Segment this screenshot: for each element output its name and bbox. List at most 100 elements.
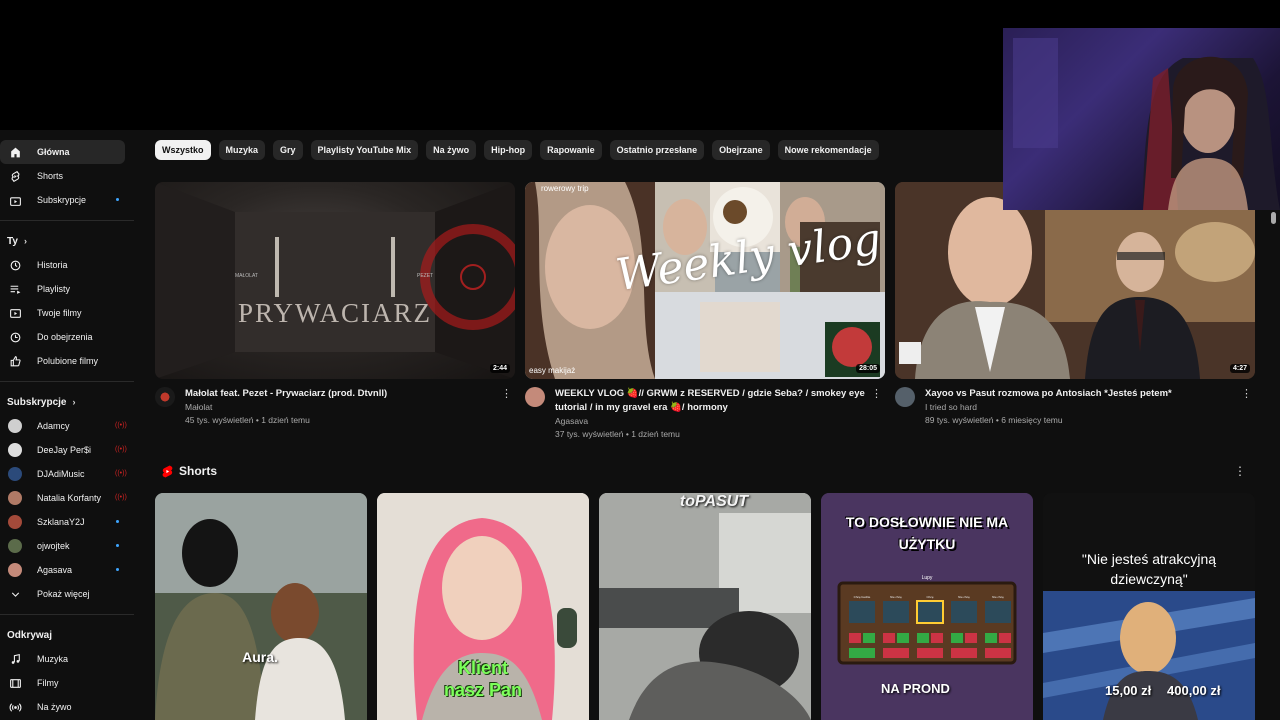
sidebar-show-more[interactable]: Pokaż więcej bbox=[0, 582, 125, 606]
sidebar-item-your-videos[interactable]: Twoje filmy bbox=[0, 301, 125, 325]
video-card[interactable]: 4:27 Xayoo vs Pasut rozmowa po Antosiach… bbox=[895, 182, 1255, 427]
video-title[interactable]: Małolat feat. Pezet - Prywaciarz (prod. … bbox=[185, 387, 495, 401]
more-vert-icon[interactable]: ⋮ bbox=[501, 387, 512, 400]
chip-watched[interactable]: Obejrzane bbox=[712, 140, 770, 160]
sidebar-item-label: DJAdiMusic bbox=[37, 469, 85, 479]
channel-name[interactable]: Małolat bbox=[185, 401, 495, 414]
sidebar-item-home[interactable]: Główna bbox=[0, 140, 125, 164]
chip-live[interactable]: Na żywo bbox=[426, 140, 477, 160]
more-vert-icon[interactable]: ⋮ bbox=[1234, 464, 1246, 478]
price-label: 400,00 zł bbox=[1167, 683, 1221, 698]
sidebar-item-label: Natalia Korfanty bbox=[37, 493, 102, 503]
channel-avatar[interactable] bbox=[525, 387, 545, 407]
duration-badge: 28:05 bbox=[856, 364, 880, 373]
short-card[interactable]: TO DOSŁOWNIE NIE MA UŻYTKU Lupy Chcę bad… bbox=[821, 493, 1033, 720]
short-caption: Aura. bbox=[242, 649, 278, 665]
section-heading: Ty bbox=[7, 235, 18, 247]
more-vert-icon[interactable]: ⋮ bbox=[1241, 387, 1252, 400]
sidebar-item-watch-later[interactable]: Do obejrzenia bbox=[0, 325, 125, 349]
chevron-right-icon: › bbox=[72, 397, 76, 407]
chip-rap[interactable]: Rapowanie bbox=[540, 140, 602, 160]
caption-line: UŻYTKU bbox=[898, 536, 956, 552]
sidebar-item-label: DeeJay Per$i bbox=[37, 445, 92, 455]
sidebar-item-label: SzklanaY2J bbox=[37, 517, 85, 527]
sidebar-item-shorts[interactable]: Shorts bbox=[0, 164, 125, 188]
video-title[interactable]: WEEKLY VLOG 🍓// GRWM z RESERVED / gdzie … bbox=[555, 387, 865, 415]
sidebar-item-live[interactable]: Na żywo bbox=[0, 695, 125, 719]
sidebar-item-films[interactable]: Filmy bbox=[0, 671, 125, 695]
game-cell-label: Nie chcę bbox=[992, 595, 1004, 599]
video-thumbnail[interactable]: 4:27 bbox=[895, 182, 1255, 379]
more-vert-icon[interactable]: ⋮ bbox=[871, 387, 882, 400]
channel-name[interactable]: I tried so hard bbox=[925, 401, 1235, 414]
music-icon bbox=[8, 652, 22, 666]
channel-name[interactable]: Agasava bbox=[555, 415, 865, 428]
short-card[interactable]: Klient nasz Pan bbox=[377, 493, 589, 720]
video-info: Xayoo vs Pasut rozmowa po Antosiach *Jes… bbox=[895, 387, 1255, 427]
chip-games[interactable]: Gry bbox=[273, 140, 303, 160]
game-label: Lupy bbox=[921, 575, 933, 581]
chip-youtube-mix[interactable]: Playlisty YouTube Mix bbox=[310, 140, 419, 160]
sidebar-subscription[interactable]: ojwojtek bbox=[0, 534, 125, 558]
short-thumbnail bbox=[155, 493, 367, 720]
sidebar-item-playlists[interactable]: Playlisty bbox=[0, 277, 125, 301]
video-meta: 45 tys. wyświetleń • 1 dzień temu bbox=[185, 415, 310, 425]
price-label: 15,00 zł bbox=[1105, 683, 1152, 698]
channel-avatar[interactable] bbox=[895, 387, 915, 407]
duration-badge: 2:44 bbox=[489, 364, 510, 373]
video-card[interactable]: PRYWACIARZ MAŁOLAT PEZET 2:44 Małolat fe… bbox=[155, 182, 515, 427]
sidebar-item-label: Twoje filmy bbox=[37, 308, 82, 318]
sidebar-subscription[interactable]: Natalia Korfanty ((•)) bbox=[0, 486, 127, 510]
section-heading: Subskrypcje bbox=[7, 396, 67, 408]
chevron-down-icon bbox=[8, 587, 22, 601]
short-card[interactable]: toPASUT bbox=[599, 493, 811, 720]
sidebar-item-liked[interactable]: Polubione filmy bbox=[0, 349, 125, 373]
video-thumbnail[interactable]: PRYWACIARZ MAŁOLAT PEZET 2:44 bbox=[155, 182, 515, 379]
avatar bbox=[8, 563, 22, 577]
chip-recently-uploaded[interactable]: Ostatnio przesłane bbox=[609, 140, 705, 160]
sidebar-item-label: Polubione filmy bbox=[37, 356, 99, 366]
sidebar-divider bbox=[0, 220, 134, 221]
sidebar-subscription[interactable]: Agasava bbox=[0, 558, 125, 582]
sidebar-you-heading[interactable]: Ty › bbox=[0, 229, 140, 253]
short-card[interactable]: "Nie jesteś atrakcyjną dziewczyną" 15,00… bbox=[1043, 493, 1255, 720]
chip-all[interactable]: Wszystko bbox=[155, 140, 211, 160]
caption-line: dziewczyną" bbox=[1110, 571, 1188, 587]
interview-scene bbox=[895, 182, 1255, 379]
sidebar-item-subscriptions[interactable]: Subskrypcje bbox=[0, 188, 125, 212]
video-title[interactable]: Xayoo vs Pasut rozmowa po Antosiach *Jes… bbox=[925, 387, 1235, 401]
corridor-illustration bbox=[155, 182, 515, 379]
chip-new-to-you[interactable]: Nowe rekomendacje bbox=[777, 140, 879, 160]
short-caption: toPASUT bbox=[679, 493, 749, 510]
webcam-overlay bbox=[1003, 28, 1280, 210]
avatar bbox=[8, 539, 22, 553]
sidebar-item-music[interactable]: Muzyka bbox=[0, 647, 125, 671]
short-card[interactable]: Aura. bbox=[155, 493, 367, 720]
video-info: WEEKLY VLOG 🍓// GRWM z RESERVED / gdzie … bbox=[525, 387, 885, 441]
sidebar-item-label: Agasava bbox=[37, 565, 73, 575]
sidebar-subscription[interactable]: SzklanaY2J bbox=[0, 510, 125, 534]
sidebar-subscription[interactable]: DeeJay Per$i ((•)) bbox=[0, 438, 127, 462]
your-videos-icon bbox=[8, 306, 22, 320]
webcam-feed bbox=[1013, 38, 1280, 210]
chip-music[interactable]: Muzyka bbox=[218, 140, 266, 160]
scrollbar-thumb[interactable] bbox=[1271, 212, 1276, 224]
channel-avatar[interactable] bbox=[155, 387, 175, 407]
watch-later-icon bbox=[8, 330, 22, 344]
sidebar: Główna Shorts Subskrypcje Ty › Historia P… bbox=[0, 130, 140, 720]
avatar bbox=[8, 515, 22, 529]
sidebar-item-label: Do obejrzenia bbox=[37, 332, 93, 342]
video-card[interactable]: Weekly vlog rowerowy trip easy makijaż 2… bbox=[525, 182, 885, 441]
sidebar-explore-heading: Odkrywaj bbox=[0, 623, 140, 647]
chip-hip-hop[interactable]: Hip-hop bbox=[484, 140, 533, 160]
sidebar-item-history[interactable]: Historia bbox=[0, 253, 125, 277]
video-thumbnail[interactable]: Weekly vlog rowerowy trip easy makijaż 2… bbox=[525, 182, 885, 379]
caption-line: "Nie jesteś atrakcyjną bbox=[1081, 551, 1217, 567]
sidebar-subscription[interactable]: Adamcy ((•)) bbox=[0, 414, 127, 438]
avatar bbox=[8, 443, 22, 457]
video-meta: 37 tys. wyświetleń • 1 dzień temu bbox=[555, 429, 680, 439]
sidebar-subscriptions-heading[interactable]: Subskrypcje › bbox=[0, 390, 140, 414]
short-caption: "Nie jesteś atrakcyjną dziewczyną" bbox=[1053, 549, 1245, 589]
main-feed: Wszystko Muzyka Gry Playlisty YouTube Mi… bbox=[140, 130, 1280, 720]
sidebar-subscription[interactable]: DJAdiMusic ((•)) bbox=[0, 462, 127, 486]
